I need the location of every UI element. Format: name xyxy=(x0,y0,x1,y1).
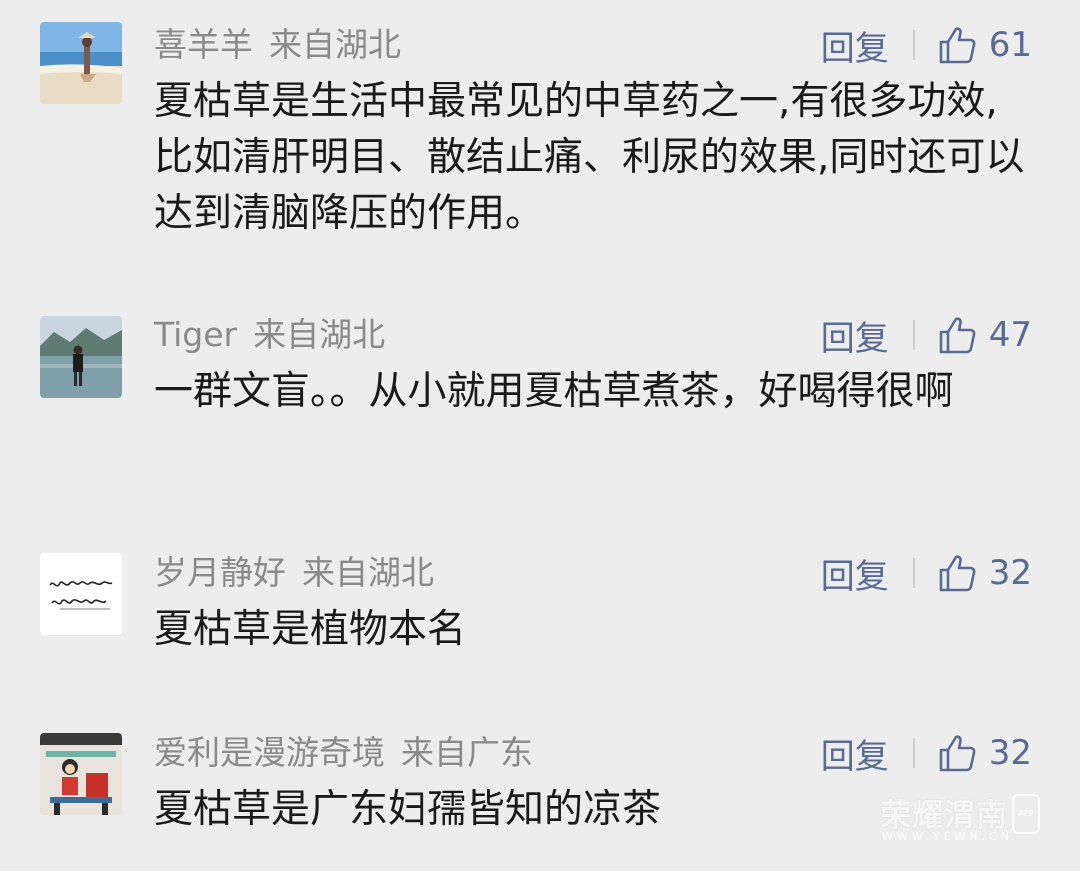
comment-text: 夏枯草是生活中最常见的中草药之一,有很多功效,比如清肝明目、散结止痛、利尿的效果… xyxy=(154,79,1025,236)
avatar-lake-photo xyxy=(40,316,122,398)
avatar[interactable] xyxy=(40,733,122,815)
thumbs-up-icon xyxy=(939,27,976,64)
avatar[interactable] xyxy=(40,22,122,104)
comment-actions: 回复 32 xyxy=(821,729,1032,778)
like-button[interactable]: 47 xyxy=(937,315,1032,355)
location-label: 来自湖北 xyxy=(269,25,401,64)
reply-button[interactable]: 回复 xyxy=(821,729,889,778)
thumbs-up-icon xyxy=(939,555,976,592)
like-count: 32 xyxy=(988,733,1032,773)
like-count: 47 xyxy=(988,315,1032,355)
avatar-cartoon-image xyxy=(40,733,122,815)
location-label: 来自广东 xyxy=(401,733,533,772)
reply-button[interactable]: 回复 xyxy=(821,311,889,360)
reply-button[interactable]: 回复 xyxy=(821,21,889,70)
thumbs-up-icon xyxy=(939,317,976,354)
comment-meta: Tiger 来自湖北 xyxy=(154,312,385,358)
like-button[interactable]: 61 xyxy=(937,25,1032,65)
action-divider xyxy=(912,30,915,60)
comment-actions: 回复 61 xyxy=(821,21,1032,70)
avatar-handwriting-image xyxy=(40,553,122,635)
thumbs-up-icon xyxy=(939,735,976,772)
action-divider xyxy=(912,558,915,588)
avatar-beach-image xyxy=(40,22,122,104)
comment-meta: 爱利是漫游奇境 来自广东 xyxy=(154,730,533,776)
comment-actions: 回复 47 xyxy=(821,311,1032,360)
avatar[interactable] xyxy=(40,553,122,635)
comment-text: 一群文盲。。从小就用夏枯草煮茶，好喝得很啊 xyxy=(154,369,954,414)
reply-button[interactable]: 回复 xyxy=(821,549,889,598)
comment-meta: 喜羊羊 来自湖北 xyxy=(154,22,401,68)
action-divider xyxy=(912,320,915,350)
comment-text: 夏枯草是植物本名 xyxy=(154,607,467,652)
avatar[interactable] xyxy=(40,316,122,398)
like-button[interactable]: 32 xyxy=(937,553,1032,593)
comment-actions: 回复 32 xyxy=(821,549,1032,598)
comment-meta: 岁月静好 来自湖北 xyxy=(154,550,434,596)
watermark-app-badge: APP xyxy=(1012,794,1040,834)
location-label: 来自湖北 xyxy=(302,553,434,592)
username[interactable]: 喜羊羊 xyxy=(154,25,253,64)
watermark-logo: 荣耀渭南 WWW.YEWN.CN APP xyxy=(880,790,1050,850)
username[interactable]: Tiger xyxy=(154,315,237,354)
username[interactable]: 爱利是漫游奇境 xyxy=(154,733,385,772)
like-count: 61 xyxy=(988,25,1032,65)
like-button[interactable]: 32 xyxy=(937,733,1032,773)
action-divider xyxy=(912,738,915,768)
location-label: 来自湖北 xyxy=(253,315,386,354)
watermark-url: WWW.YEWN.CN xyxy=(882,830,1014,843)
watermark-text: 荣耀渭南 xyxy=(880,798,1008,834)
like-count: 32 xyxy=(988,553,1032,593)
username[interactable]: 岁月静好 xyxy=(154,553,286,592)
